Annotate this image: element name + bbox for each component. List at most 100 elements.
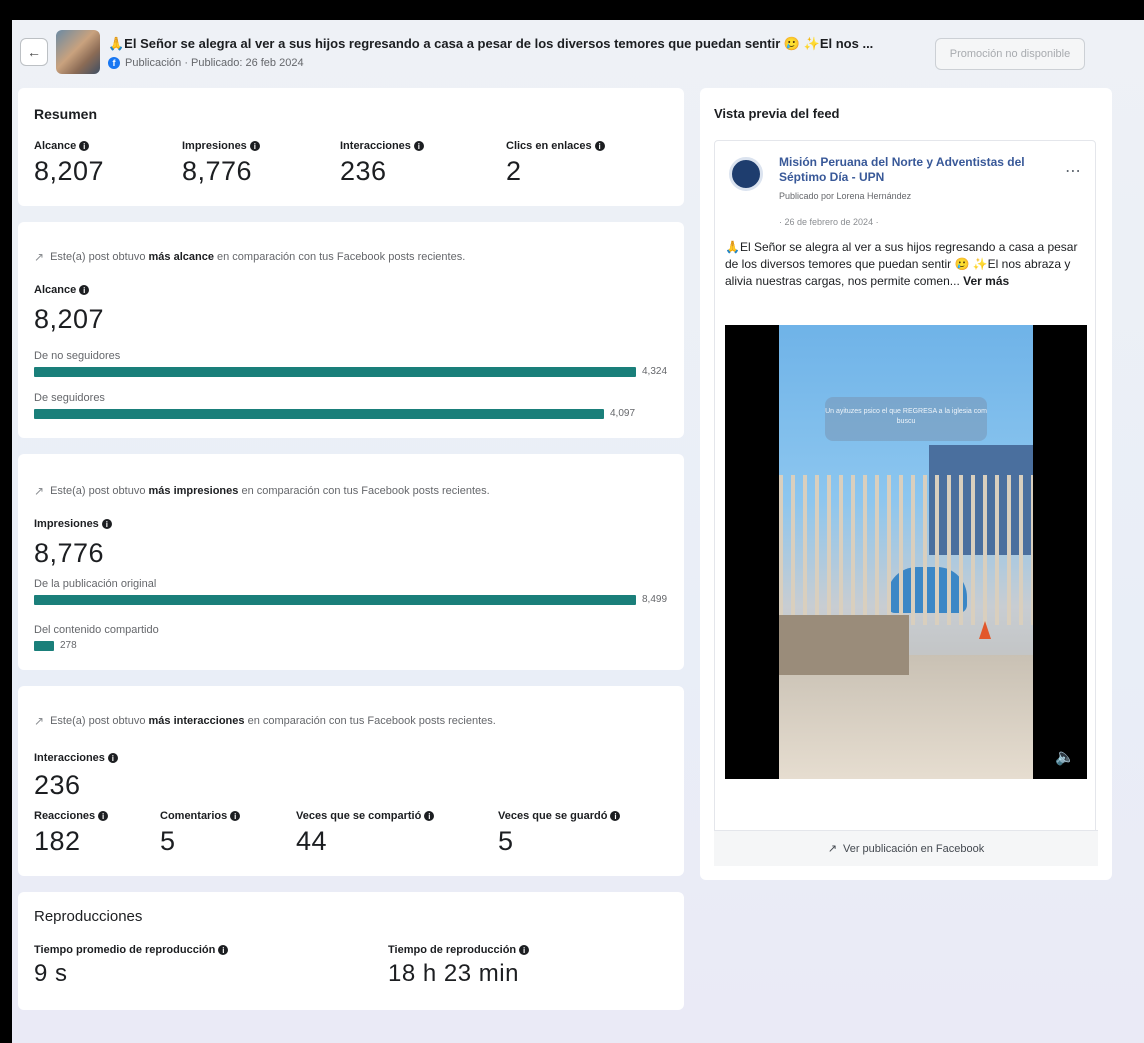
info-icon[interactable]: i [98,811,109,821]
video-frame: Un ayituzes psico el que REGRESA a la ig… [779,325,1033,779]
bar-value: 278 [60,640,77,651]
post-header: ← 🙏El Señor se alegra al ver a sus hijos… [12,20,1144,82]
info-icon[interactable]: i [218,945,229,955]
summary-metric: Interacciones i 236 [340,140,424,187]
metric-value: 236 [340,156,387,186]
metric-label: Alcance [34,140,77,152]
bar-row: De seguidores 4,097 [34,392,674,419]
speaker-icon[interactable]: 🔈 [1055,747,1075,767]
bar [34,366,636,377]
bar-row: De no seguidores 4,324 [34,350,674,377]
plays-card: Reproducciones Tiempo promedio de reprod… [18,892,684,1010]
info-icon[interactable]: i [230,811,241,821]
metric-label: Impresiones [182,140,247,152]
info-icon[interactable]: i [594,141,605,151]
feed-preview-card: Vista previa del feed Misión Peruana del… [700,88,1112,880]
interactions-label: Interacciones [34,752,105,764]
impressions-note: ↗ Este(a) post obtuvo más impresiones en… [34,484,490,498]
impressions-value: 8,776 [34,538,105,568]
plays-metric: Tiempo de reproducción i 18 h 23 min [388,944,530,988]
summary-metric: Alcance i 8,207 [34,140,104,187]
bar-value: 4,097 [610,408,636,419]
summary-title: Resumen [34,106,98,122]
bar-value: 4,324 [642,366,668,377]
metric-label: Veces que se guardó [498,810,608,822]
info-icon[interactable]: i [610,811,621,821]
bar-label: Del contenido compartido [34,624,159,636]
bar [34,408,604,419]
reach-note: ↗ Este(a) post obtuvo más alcance en com… [34,250,466,264]
summary-card: Resumen Alcance i 8,207 Impresiones i 8,77… [18,88,684,206]
impressions-card: ↗ Este(a) post obtuvo más impresiones en… [18,454,684,670]
interaction-metric: Reacciones i 182 [34,810,109,857]
summary-metric: Clics en enlaces i 2 [506,140,605,187]
feed-preview-title: Vista previa del feed [714,106,840,121]
info-icon[interactable]: i [413,141,424,151]
info-icon[interactable]: i [519,945,530,955]
trend-up-icon: ↗ [34,484,45,498]
metric-label: Interacciones [340,140,411,152]
external-link-icon: ↗ [827,843,837,855]
reach-label: Alcance [34,284,77,296]
reach-card: ↗ Este(a) post obtuvo más alcance en com… [18,222,684,438]
impressions-label: Impresiones [34,518,99,530]
metric-label: Tiempo de reproducción [388,944,517,956]
metric-label: Reacciones [34,810,96,822]
info-icon[interactable]: i [107,753,118,763]
video-overlay-text: Un ayituzes psico el que REGRESA a la ig… [825,397,987,441]
metric-label: Veces que se compartió [296,810,422,822]
metric-value: 44 [296,826,328,856]
post-text: 🙏El Señor se alegra al ver a sus hijos r… [725,240,1078,288]
posted-by: Publicado por Lorena Hernández [779,191,912,201]
reach-value: 8,207 [34,304,105,334]
interaction-metric: Veces que se guardó i 5 [498,810,621,857]
plays-title: Reproducciones [34,908,143,925]
bar [34,594,636,605]
metric-value: 8,776 [182,156,253,186]
bar-row: De la publicación original 8,499 [34,578,674,605]
bar-label: De seguidores [34,392,105,404]
post-meta: f Publicación · Publicado: 26 feb 2024 [108,57,304,69]
interactions-note: ↗ Este(a) post obtuvo más interacciones … [34,714,496,728]
back-button[interactable]: ← [20,38,48,66]
metric-value: 182 [34,826,81,856]
metric-value: 8,207 [34,156,105,186]
bar-value: 8,499 [642,594,668,605]
bar-row: Del contenido compartido 278 [34,624,674,651]
arrow-left-icon: ← [27,44,41,60]
page-avatar[interactable] [729,157,763,191]
interaction-metric: Veces que se compartió i 44 [296,810,435,857]
metric-label: Clics en enlaces [506,140,592,152]
metric-value: 9 s [34,960,68,987]
facebook-icon: f [108,57,120,69]
info-icon[interactable]: i [79,285,90,295]
trend-up-icon: ↗ [34,714,45,728]
page-name-link[interactable]: Misión Peruana del Norte y Adventistas d… [779,155,1039,185]
interaction-metric: Comentarios i 5 [160,810,241,857]
metric-value: 18 h 23 min [388,960,519,987]
see-more-link[interactable]: Ver más [963,274,1009,288]
bar-label: De la publicación original [34,578,157,590]
info-icon[interactable]: i [79,141,90,151]
metric-value: 5 [498,826,514,856]
interactions-card: ↗ Este(a) post obtuvo más interacciones … [18,686,684,876]
info-icon[interactable]: i [249,141,260,151]
post-title: 🙏El Señor se alegra al ver a sus hijos r… [108,36,874,51]
info-icon[interactable]: i [424,811,435,821]
view-on-facebook-label: Ver publicación en Facebook [842,842,985,855]
bar [34,640,54,651]
post-date: · 26 de febrero de 2024 · [779,217,879,227]
metric-label: Tiempo promedio de reproducción [34,944,216,956]
promote-button[interactable]: Promoción no disponible [935,38,1085,70]
metric-value: 2 [506,156,522,186]
video-player[interactable]: Un ayituzes psico el que REGRESA a la ig… [725,325,1087,779]
post-meta-text: Publicación · Publicado: 26 feb 2024 [125,57,304,69]
post-thumbnail [56,30,100,74]
bar-label: De no seguidores [34,350,121,362]
insights-window: ← 🙏El Señor se alegra al ver a sus hijos… [12,20,1144,1043]
info-icon[interactable]: i [101,519,112,529]
plays-metric: Tiempo promedio de reproducción i 9 s [34,944,229,988]
view-on-facebook-button[interactable]: ↗ Ver publicación en Facebook [714,830,1098,866]
metric-value: 5 [160,826,176,856]
more-options-icon[interactable]: ⋯ [1065,161,1081,181]
